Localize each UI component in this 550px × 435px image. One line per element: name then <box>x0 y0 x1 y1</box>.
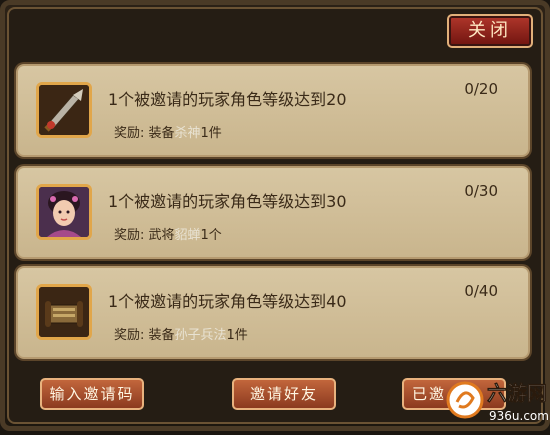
task-card-level-30: 1个被邀请的玩家角色等级达到30 奖励: 武将貂蝉1个 0/30 <box>16 166 530 259</box>
scroll-book-icon <box>36 284 92 340</box>
task-reward: 奖励: 装备孙子兵法1件 <box>114 324 248 343</box>
reward-prefix: 奖励: 装备 <box>114 328 175 343</box>
invite-friend-button[interactable]: 邀请好友 <box>232 378 336 410</box>
reward-prefix: 奖励: 装备 <box>114 126 175 141</box>
enter-invite-code-button[interactable]: 输入邀请码 <box>40 378 144 410</box>
task-card-level-40: 1个被邀请的玩家角色等级达到40 奖励: 装备孙子兵法1件 0/40 <box>16 266 530 359</box>
task-progress: 0/30 <box>464 182 498 200</box>
task-title: 1个被邀请的玩家角色等级达到30 <box>108 192 347 211</box>
task-reward: 奖励: 装备杀神1件 <box>114 122 222 141</box>
close-button[interactable]: 关闭 <box>447 14 533 48</box>
site-watermark-logo: 六游网 936u.com <box>445 368 550 431</box>
task-progress: 0/40 <box>464 282 498 300</box>
task-progress: 0/20 <box>464 80 498 98</box>
diaochan-portrait-icon <box>36 184 92 240</box>
reward-suffix: 1件 <box>226 328 248 343</box>
watermark-url: 936u.com <box>489 409 549 423</box>
task-title: 1个被邀请的玩家角色等级达到40 <box>108 292 347 311</box>
task-title: 1个被邀请的玩家角色等级达到20 <box>108 90 347 109</box>
reward-suffix: 1个 <box>200 228 222 243</box>
task-reward: 奖励: 武将貂蝉1个 <box>114 224 222 243</box>
reward-item-name: 貂蝉 <box>174 228 201 243</box>
reward-suffix: 1件 <box>200 126 222 141</box>
reward-item-name: 杀神 <box>174 126 201 141</box>
task-card-level-20: 1个被邀请的玩家角色等级达到20 奖励: 装备杀神1件 0/20 <box>16 64 530 157</box>
reward-item-name: 孙子兵法 <box>174 328 227 343</box>
blade-weapon-icon <box>36 82 92 138</box>
reward-prefix: 奖励: 武将 <box>114 228 175 243</box>
watermark-brand: 六游网 <box>487 381 547 405</box>
